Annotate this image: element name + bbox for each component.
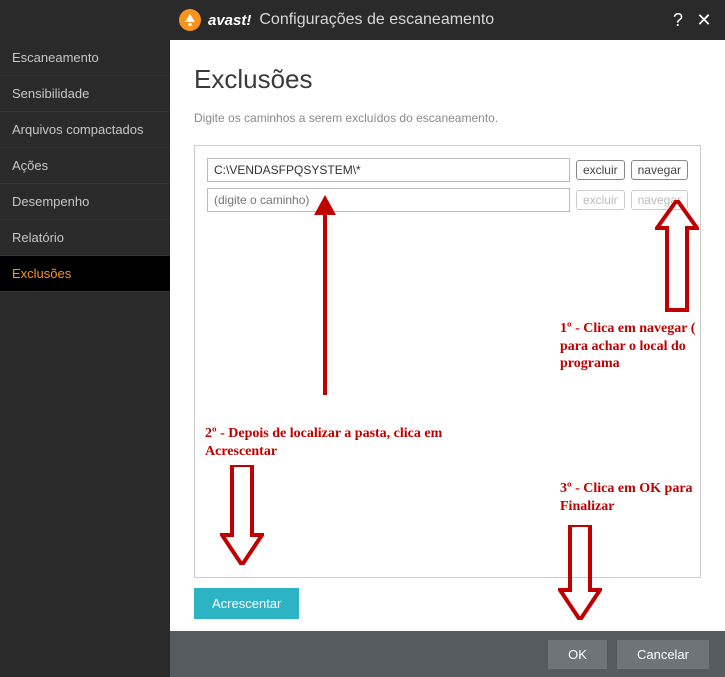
cancelar-button[interactable]: Cancelar: [617, 640, 709, 669]
excluir-button[interactable]: excluir: [576, 160, 625, 180]
sidebar-item-exclusoes[interactable]: Exclusões: [0, 256, 170, 292]
close-icon[interactable]: ✕: [691, 10, 717, 31]
navegar-button[interactable]: navegar: [631, 160, 688, 180]
path-input[interactable]: [207, 158, 570, 182]
sidebar-item-acoes[interactable]: Ações: [0, 148, 170, 184]
excluir-button-disabled: excluir: [576, 190, 625, 210]
sidebar-item-escaneamento[interactable]: Escaneamento: [0, 40, 170, 76]
window-title: Configurações de escaneamento: [259, 11, 494, 29]
page-description: Digite os caminhos a serem excluídos do …: [194, 111, 701, 125]
help-icon[interactable]: ?: [665, 10, 691, 31]
sidebar-item-sensibilidade[interactable]: Sensibilidade: [0, 76, 170, 112]
exclusions-panel: excluir navegar excluir navegar: [194, 145, 701, 578]
exclusion-row: excluir navegar: [207, 188, 688, 212]
path-input-empty[interactable]: [207, 188, 570, 212]
exclusion-row: excluir navegar: [207, 158, 688, 182]
brand-logo: avast!: [178, 8, 251, 32]
sidebar: Escaneamento Sensibilidade Arquivos comp…: [0, 40, 170, 677]
content: Exclusões Digite os caminhos a serem exc…: [170, 40, 725, 677]
ok-button[interactable]: OK: [548, 640, 607, 669]
titlebar: avast! Configurações de escaneamento ? ✕: [0, 0, 725, 40]
avast-logo-icon: [178, 8, 202, 32]
sidebar-item-desempenho[interactable]: Desempenho: [0, 184, 170, 220]
brand-text: avast!: [208, 12, 251, 29]
dialog-footer: OK Cancelar: [170, 631, 725, 677]
navegar-button-disabled: navegar: [631, 190, 688, 210]
sidebar-item-arquivos-compactados[interactable]: Arquivos compactados: [0, 112, 170, 148]
page-title: Exclusões: [194, 64, 701, 95]
acrescentar-button[interactable]: Acrescentar: [194, 588, 299, 619]
sidebar-item-relatorio[interactable]: Relatório: [0, 220, 170, 256]
